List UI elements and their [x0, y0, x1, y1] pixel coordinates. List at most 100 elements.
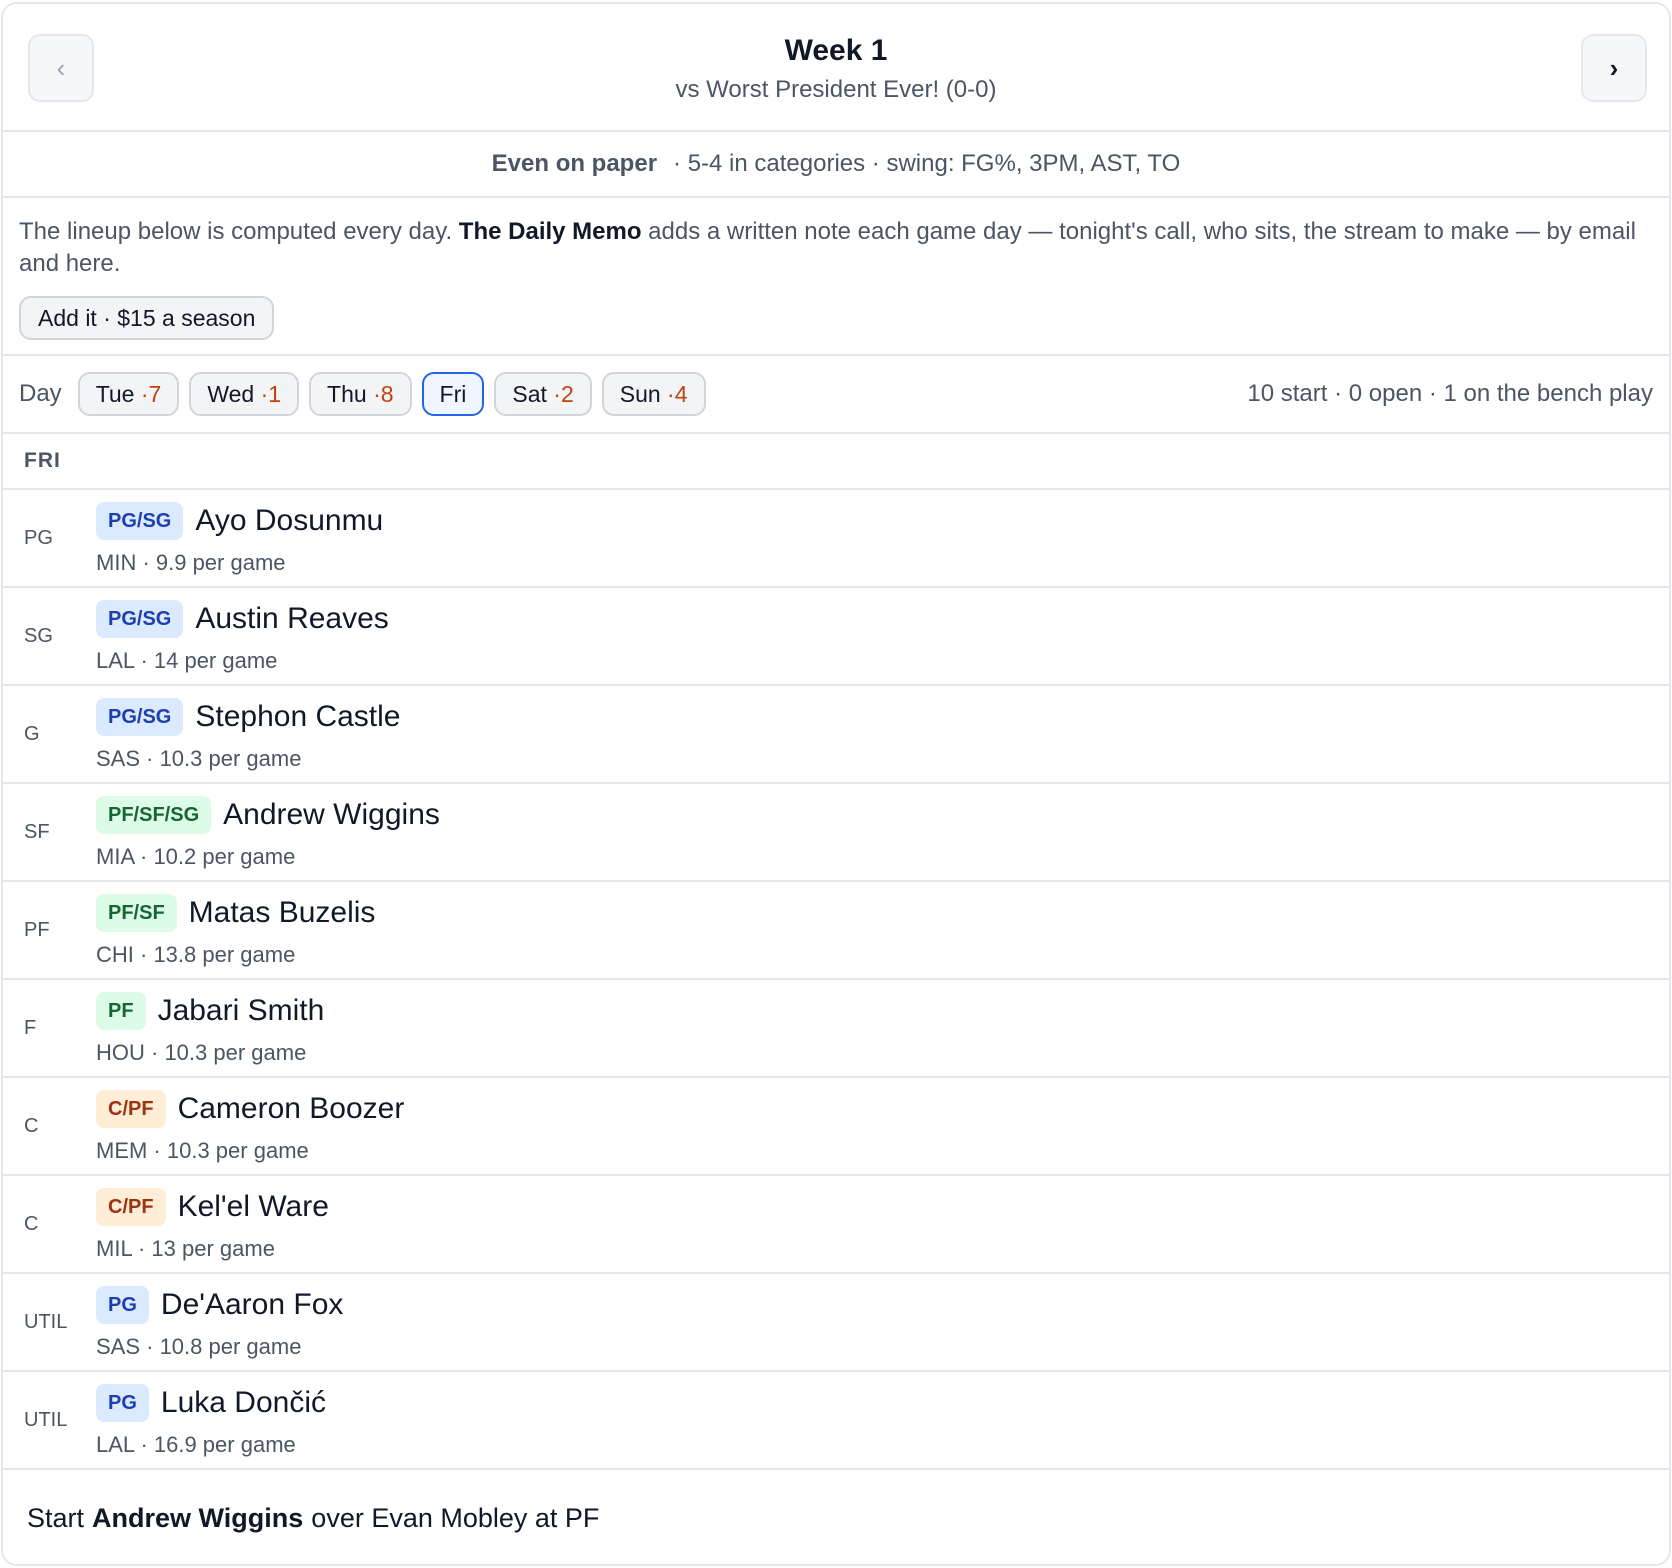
- player-name[interactable]: Luka Dončić: [161, 1386, 326, 1420]
- memo-text-before: The lineup below is computed every day.: [19, 218, 459, 245]
- position-badge: C/PF: [96, 1090, 166, 1128]
- chevron-right-icon: ›: [1609, 52, 1619, 83]
- roster-slot: G: [24, 722, 40, 745]
- player-line: PF/SF Matas Buzelis: [96, 894, 375, 932]
- day-pill-wed[interactable]: Wed ·1: [189, 372, 300, 416]
- day-game-count: ·2: [546, 381, 574, 407]
- lineup-row: G PG/SG Stephon Castle SAS · 10.3 per game: [3, 686, 1669, 784]
- player-line: C/PF Kel'el Ware: [96, 1188, 329, 1226]
- roster-slot: C: [24, 1114, 39, 1137]
- player-meta: SAS · 10.3 per game: [96, 746, 302, 771]
- player-name[interactable]: Matas Buzelis: [189, 896, 376, 930]
- player-line: PF Jabari Smith: [96, 992, 324, 1030]
- lineup-row: UTIL PG Luka Dončić LAL · 16.9 per game: [3, 1372, 1669, 1470]
- player-meta: LAL · 16.9 per game: [96, 1432, 296, 1457]
- position-badge: PG/SG: [96, 600, 184, 638]
- lineup-row: C C/PF Cameron Boozer MEM · 10.3 per game: [3, 1078, 1669, 1176]
- player-meta: LAL · 14 per game: [96, 648, 278, 673]
- day-selector: Day Tue ·7 Wed ·1 Thu ·8 Fri Sat ·2 Sun ·4 10…: [3, 356, 1669, 434]
- day-game-count: ·7: [134, 381, 162, 407]
- roster-slot: PF: [24, 918, 50, 941]
- player-meta: MIN · 9.9 per game: [96, 550, 286, 575]
- day-game-count: ·1: [254, 381, 282, 407]
- day-name: Thu: [327, 381, 367, 407]
- opponent-subtitle: vs Worst President Ever! (0-0): [675, 76, 997, 103]
- lineup-row: UTIL PG De'Aaron Fox SAS · 10.8 per game: [3, 1274, 1669, 1372]
- position-badge: PG: [96, 1384, 149, 1422]
- day-pill-tue[interactable]: Tue ·7: [77, 372, 180, 416]
- memo-product-name: The Daily Memo: [458, 218, 642, 245]
- lineup-row: SG PG/SG Austin Reaves LAL · 14 per game: [3, 588, 1669, 686]
- position-badge: PF/SF/SG: [96, 796, 212, 834]
- day-name: Sat: [512, 381, 547, 407]
- day-game-count: ·4: [660, 381, 688, 407]
- day-game-count: ·8: [366, 381, 394, 407]
- position-badge: PF: [96, 992, 146, 1030]
- roster-slot: SF: [24, 820, 50, 843]
- player-line: PG/SG Stephon Castle: [96, 698, 401, 736]
- player-line: C/PF Cameron Boozer: [96, 1090, 404, 1128]
- day-name: Fri: [439, 381, 467, 407]
- player-name[interactable]: Jabari Smith: [158, 994, 325, 1028]
- position-badge: C/PF: [96, 1188, 166, 1226]
- recommendation-prefix: Start: [27, 1502, 85, 1533]
- lineup-row: PG PG/SG Ayo Dosunmu MIN · 9.9 per game: [3, 490, 1669, 588]
- player-name[interactable]: Ayo Dosunmu: [195, 504, 383, 538]
- lineup-row: F PF Jabari Smith HOU · 10.3 per game: [3, 980, 1669, 1078]
- roster-slot: UTIL: [24, 1310, 68, 1333]
- position-badge: PG/SG: [96, 698, 184, 736]
- roster-slot: UTIL: [24, 1408, 68, 1431]
- lineup-row: C C/PF Kel'el Ware MIL · 13 per game: [3, 1176, 1669, 1274]
- next-week-button[interactable]: ›: [1581, 34, 1647, 102]
- player-name[interactable]: Austin Reaves: [195, 602, 388, 636]
- matchup-verdict: Even on paper: [491, 150, 658, 177]
- player-name[interactable]: Cameron Boozer: [178, 1092, 405, 1126]
- day-label: Day: [19, 380, 62, 407]
- position-badge: PF/SF: [96, 894, 177, 932]
- day-pills: Tue ·7 Wed ·1 Thu ·8 Fri Sat ·2 Sun ·4: [77, 372, 716, 416]
- day-name: Sun: [619, 381, 661, 407]
- lineup-status: 10 start · 0 open · 1 on the bench play: [1247, 380, 1653, 407]
- player-name[interactable]: Stephon Castle: [195, 700, 400, 734]
- player-name[interactable]: Andrew Wiggins: [223, 798, 440, 832]
- day-name: Wed: [207, 381, 255, 407]
- player-line: PF/SF/SG Andrew Wiggins: [96, 796, 440, 834]
- lineup-row: PF PF/SF Matas Buzelis CHI · 13.8 per game: [3, 882, 1669, 980]
- matchup-details: · 5-4 in categories · swing: FG%, 3PM, A…: [673, 150, 1181, 177]
- roster-slot: F: [24, 1016, 37, 1039]
- roster-slot: C: [24, 1212, 39, 1235]
- lineup-list: PG PG/SG Ayo Dosunmu MIN · 9.9 per game SG PG…: [3, 490, 1669, 1470]
- matchup-card: ‹ Week 1 vs Worst President Ever! (0-0) …: [1, 2, 1671, 1566]
- lineup-row: SF PF/SF/SG Andrew Wiggins MIA · 10.2 per g…: [3, 784, 1669, 882]
- player-line: PG Luka Dončić: [96, 1384, 326, 1422]
- player-meta: MEM · 10.3 per game: [96, 1138, 309, 1163]
- roster-slot: PG: [24, 526, 53, 549]
- add-memo-button[interactable]: Add it · $15 a season: [19, 296, 275, 340]
- position-badge: PG/SG: [96, 502, 184, 540]
- roster-slot: SG: [24, 624, 53, 647]
- day-name: Tue: [95, 381, 135, 407]
- recommendation-suffix: over Evan Mobley at PF: [311, 1502, 600, 1533]
- day-pill-sun[interactable]: Sun ·4: [601, 372, 706, 416]
- player-line: PG/SG Austin Reaves: [96, 600, 389, 638]
- day-pill-sat[interactable]: Sat ·2: [494, 372, 592, 416]
- player-name[interactable]: De'Aaron Fox: [161, 1288, 343, 1322]
- week-header: ‹ Week 1 vs Worst President Ever! (0-0) …: [3, 4, 1669, 132]
- player-line: PG/SG Ayo Dosunmu: [96, 502, 383, 540]
- recommendation: Start Andrew Wiggins over Evan Mobley at…: [3, 1470, 1669, 1564]
- daily-memo-promo: The lineup below is computed every day. …: [3, 198, 1669, 356]
- memo-description: The lineup below is computed every day. …: [19, 216, 1653, 280]
- position-badge: PG: [96, 1286, 149, 1324]
- matchup-summary: Even on paper · 5-4 in categories · swin…: [3, 132, 1669, 198]
- player-meta: CHI · 13.8 per game: [96, 942, 296, 967]
- day-pill-fri[interactable]: Fri: [421, 372, 485, 416]
- recommended-player: Andrew Wiggins: [92, 1502, 304, 1533]
- player-meta: SAS · 10.8 per game: [96, 1334, 302, 1359]
- section-label: FRI: [3, 434, 1669, 490]
- day-pill-thu[interactable]: Thu ·8: [309, 372, 412, 416]
- week-title: Week 1: [784, 34, 888, 67]
- player-meta: MIL · 13 per game: [96, 1236, 275, 1261]
- player-line: PG De'Aaron Fox: [96, 1286, 343, 1324]
- player-name[interactable]: Kel'el Ware: [178, 1190, 329, 1224]
- player-meta: HOU · 10.3 per game: [96, 1040, 307, 1065]
